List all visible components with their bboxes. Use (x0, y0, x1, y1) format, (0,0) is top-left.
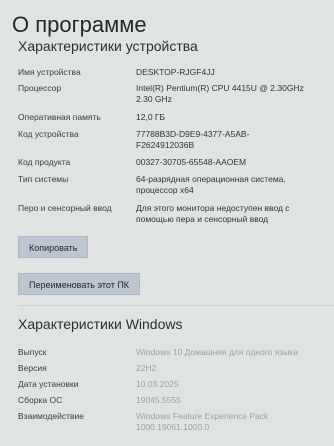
spec-value: Windows 10 Домашняя для одного языка (136, 347, 298, 357)
spec-label: Взаимодействие (18, 411, 84, 421)
rename-pc-button[interactable]: Переименовать этот ПК (18, 273, 141, 295)
spec-label: Перо и сенсорный ввод (18, 203, 112, 213)
spec-value: DESKTOP-RJGF4JJ (136, 67, 215, 77)
spec-label: Сборка ОС (18, 395, 63, 405)
spec-value: 10.03.2025 (136, 379, 179, 389)
page-title: О программе (12, 12, 147, 37)
spec-label: Тип системы (18, 174, 69, 184)
windows-specs-heading: Характеристики Windows (18, 316, 183, 332)
spec-label: Оперативная память (18, 112, 101, 122)
spec-value: 00327-30705-65548-AAOEM (136, 157, 247, 167)
spec-value: Для этого монитора недоступен ввод с пом… (136, 203, 290, 224)
spec-value: 12,0 ГБ (136, 112, 166, 122)
spec-value: 22H2 (136, 363, 157, 373)
spec-label: Выпуск (18, 347, 47, 357)
spec-value: 64-разрядная операционная система, проце… (136, 174, 286, 195)
spec-label: Процессор (18, 83, 62, 93)
spec-label: Имя устройства (18, 67, 81, 77)
section-divider (18, 305, 334, 306)
copy-button[interactable]: Копировать (18, 236, 89, 258)
spec-label: Версия (18, 363, 47, 373)
spec-value: 19045.5555 (136, 395, 181, 405)
spec-label: Дата установки (18, 379, 79, 389)
spec-value: 77788B3D-D9E9-4377-A5AB- F2624912036B (136, 129, 250, 150)
device-specs-heading: Характеристики устройства (18, 38, 198, 54)
about-page: О программе Характеристики устройства Им… (0, 0, 334, 446)
spec-value: Windows Feature Experience Pack 1000.190… (136, 411, 269, 432)
spec-value: Intel(R) Pentium(R) CPU 4415U @ 2.30GHz … (136, 83, 304, 104)
spec-label: Код устройства (18, 129, 79, 139)
spec-label: Код продукта (18, 157, 71, 167)
